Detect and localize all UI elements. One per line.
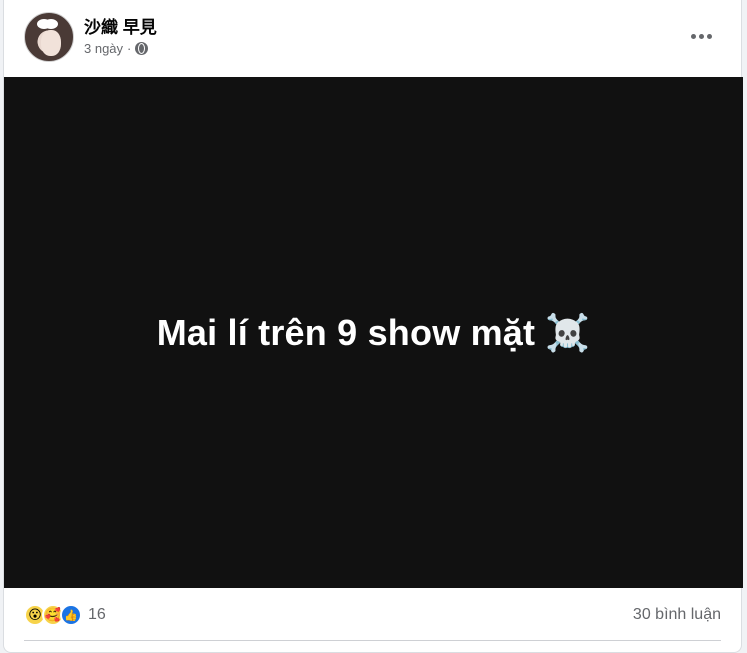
post-media[interactable]: Mai lí trên 9 show mặt ☠️ — [4, 77, 743, 588]
post-footer: 😮 🥰 👍 16 30 bình luận — [4, 590, 741, 653]
avatar-hair-bow — [37, 19, 51, 29]
avatar-face — [41, 30, 61, 56]
footer-divider — [24, 640, 721, 641]
post-meta: 3 ngày · — [84, 41, 149, 56]
reaction-count[interactable]: 16 — [88, 606, 106, 624]
reactions-summary[interactable]: 😮 🥰 👍 16 — [24, 604, 106, 626]
like-icon: 👍 — [60, 604, 82, 626]
media-text: Mai lí trên 9 show mặt — [156, 311, 536, 353]
comments-count[interactable]: 30 bình luận — [633, 606, 721, 624]
post-header: 沙織 早見 3 ngày · — [4, 0, 741, 76]
meta-separator: · — [127, 41, 132, 56]
more-options-button[interactable] — [685, 22, 717, 50]
globe-icon[interactable] — [135, 42, 149, 55]
author-avatar[interactable] — [24, 12, 74, 62]
post-time[interactable]: 3 ngày — [84, 41, 123, 56]
more-horizontal-icon — [690, 33, 696, 39]
post-card: 沙織 早見 3 ngày · Mai lí trên 9 show mặt ☠️… — [3, 0, 743, 653]
author-name[interactable]: 沙織 早見 — [84, 13, 157, 38]
skull-emoji: ☠️ — [545, 311, 591, 353]
media-caption: Mai lí trên 9 show mặt ☠️ — [157, 312, 591, 354]
